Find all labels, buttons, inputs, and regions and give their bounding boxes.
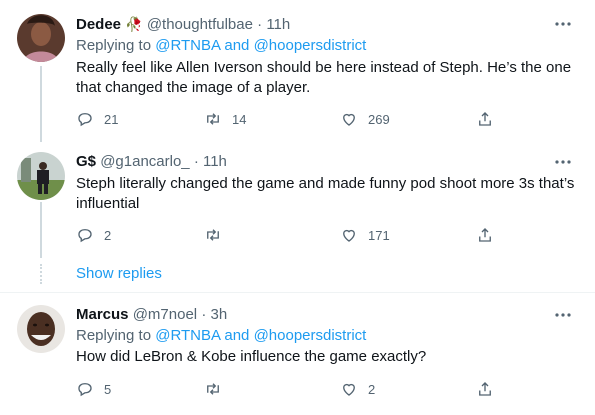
avatar[interactable] bbox=[17, 305, 65, 353]
retweet-count: 14 bbox=[232, 111, 247, 127]
display-name[interactable]: Dedee bbox=[76, 16, 121, 33]
more-options-icon[interactable] bbox=[553, 152, 573, 172]
heart-icon bbox=[343, 229, 355, 242]
timestamp[interactable]: 11h bbox=[203, 153, 227, 170]
share-button[interactable] bbox=[476, 380, 494, 398]
heart-icon bbox=[343, 113, 355, 126]
mention-link[interactable]: @RTNBA bbox=[155, 37, 220, 54]
retweet-button[interactable]: 14 bbox=[204, 110, 246, 128]
replying-and: and bbox=[220, 37, 254, 54]
share-icon bbox=[479, 382, 491, 396]
like-button[interactable]: 171 bbox=[340, 226, 390, 244]
mention-link[interactable]: @hoopersdistrict bbox=[254, 327, 367, 344]
thread-line bbox=[40, 66, 42, 142]
replying-prefix: Replying to bbox=[76, 327, 156, 344]
tweet-text: Really feel like Allen Iverson should be… bbox=[76, 59, 572, 96]
separator: · bbox=[201, 306, 207, 323]
tweet-actions: 21 14 269 bbox=[76, 110, 586, 130]
retweet-icon bbox=[207, 113, 219, 125]
reply-button[interactable]: 21 bbox=[76, 110, 118, 128]
handle[interactable]: @thoughtfulbae bbox=[147, 16, 253, 33]
reply-button[interactable]: 2 bbox=[76, 226, 111, 244]
rose-emoji: 🥀 bbox=[125, 16, 143, 32]
handle[interactable]: @m7noel bbox=[133, 306, 197, 323]
separator: · bbox=[257, 16, 263, 33]
handle[interactable]: @g1ancarlo_ bbox=[100, 153, 189, 170]
share-icon bbox=[479, 112, 491, 126]
display-name[interactable]: G$ bbox=[76, 153, 96, 170]
thread-line bbox=[40, 202, 42, 258]
tweet-header: G$ @g1ancarlo_ · 11h bbox=[76, 152, 227, 172]
reply-icon bbox=[78, 229, 92, 243]
tweet-text: Steph literally changed the game and mad… bbox=[76, 175, 575, 212]
like-count: 171 bbox=[368, 227, 390, 243]
reply-icon bbox=[78, 113, 92, 127]
share-icon bbox=[479, 228, 491, 242]
timestamp[interactable]: 3h bbox=[210, 306, 227, 323]
avatar[interactable] bbox=[17, 14, 65, 62]
share-button[interactable] bbox=[476, 226, 494, 244]
more-options-icon[interactable] bbox=[553, 305, 573, 325]
reply-icon bbox=[78, 383, 92, 397]
replying-prefix: Replying to bbox=[76, 37, 156, 54]
reply-button[interactable]: 5 bbox=[76, 380, 111, 398]
tweet-header: Marcus @m7noel · 3h bbox=[76, 305, 227, 325]
reply-count: 2 bbox=[104, 227, 112, 243]
tweet-2[interactable]: G$ @g1ancarlo_ · 11h Steph literally cha… bbox=[0, 140, 595, 290]
thread-dots bbox=[40, 264, 42, 284]
like-count: 2 bbox=[368, 381, 376, 397]
retweet-button[interactable] bbox=[204, 380, 232, 398]
tweet-actions: 5 2 bbox=[76, 380, 586, 400]
reply-count: 5 bbox=[104, 381, 112, 397]
avatar[interactable] bbox=[17, 152, 65, 200]
mention-link[interactable]: @hoopersdistrict bbox=[254, 37, 367, 54]
retweet-button[interactable] bbox=[204, 226, 232, 244]
tweet-actions: 2 171 bbox=[76, 226, 586, 246]
timestamp[interactable]: 11h bbox=[266, 16, 290, 33]
like-button[interactable]: 269 bbox=[340, 110, 390, 128]
separator: · bbox=[193, 153, 199, 170]
like-count: 269 bbox=[368, 111, 390, 127]
display-name[interactable]: Marcus bbox=[76, 306, 129, 323]
show-replies-link[interactable]: Show replies bbox=[76, 265, 162, 282]
tweet-text: How did LeBron & Kobe influence the game… bbox=[76, 348, 427, 365]
reply-count: 21 bbox=[104, 111, 119, 127]
retweet-icon bbox=[207, 229, 219, 241]
tweet-header: Dedee 🥀 @thoughtfulbae · 11h bbox=[76, 14, 290, 35]
mention-link[interactable]: @RTNBA bbox=[155, 327, 220, 344]
replying-to: Replying to @RTNBA and @hoopersdistrict bbox=[76, 326, 366, 346]
share-button[interactable] bbox=[476, 110, 494, 128]
like-button[interactable]: 2 bbox=[340, 380, 375, 398]
tweet-3[interactable]: Marcus @m7noel · 3h Replying to @RTNBA a… bbox=[0, 293, 595, 415]
replying-to: Replying to @RTNBA and @hoopersdistrict bbox=[76, 36, 366, 56]
more-options-icon[interactable] bbox=[553, 14, 573, 34]
heart-icon bbox=[343, 383, 355, 396]
retweet-icon bbox=[207, 383, 219, 395]
tweet-1[interactable]: Dedee 🥀 @thoughtfulbae · 11h Replying to… bbox=[0, 0, 595, 142]
replying-and: and bbox=[220, 327, 254, 344]
